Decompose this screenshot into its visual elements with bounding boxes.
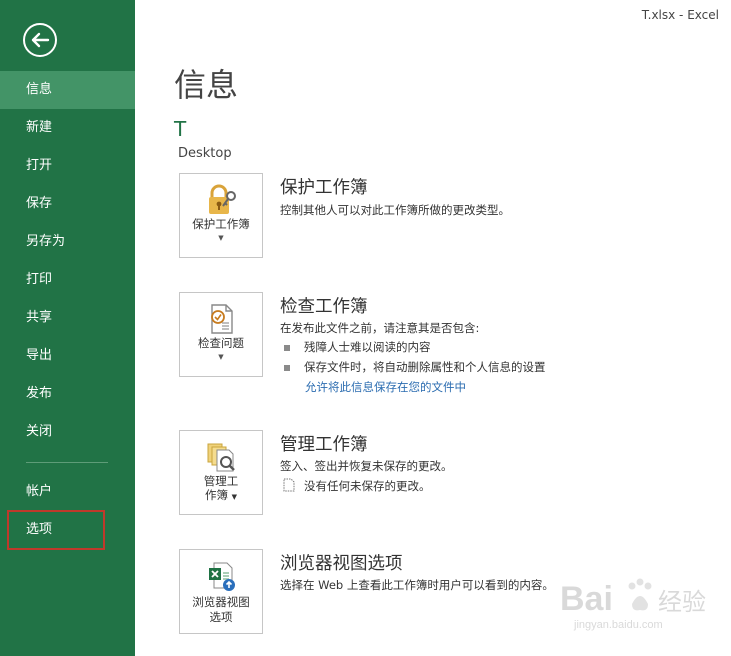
file-name: T: [174, 117, 187, 141]
unsaved-changes-note: 没有任何未保存的更改。: [283, 478, 431, 494]
inspect-document-icon: [211, 304, 233, 334]
sidebar-item-info[interactable]: 信息: [0, 71, 135, 109]
browser-view-label-2: 选项: [209, 610, 233, 624]
lock-key-icon: [209, 184, 236, 214]
sidebar-item-save-as[interactable]: 另存为: [0, 223, 135, 261]
sidebar-item-publish[interactable]: 发布: [0, 375, 135, 413]
svg-text:jingyan.baidu.com: jingyan.baidu.com: [573, 619, 663, 631]
manage-workbook-heading: 管理工作簿: [280, 435, 368, 455]
check-for-issues-label: 检查问题: [198, 336, 244, 350]
browser-view-options-button[interactable]: 浏览器视图 选项: [179, 549, 263, 634]
inspect-workbook-description: 在发布此文件之前，请注意其是否包含:: [280, 321, 480, 335]
bullet-square-icon: [284, 344, 290, 351]
sidebar-item-save[interactable]: 保存: [0, 185, 135, 223]
page-title: 信息: [174, 66, 239, 104]
sidebar-item-print[interactable]: 打印: [0, 261, 135, 299]
allow-save-info-link[interactable]: 允许将此信息保存在您的文件中: [305, 379, 466, 395]
browser-view-options-heading: 浏览器视图选项: [280, 554, 403, 574]
browser-view-icon: [209, 562, 235, 591]
inspect-workbook-heading: 检查工作簿: [280, 297, 368, 317]
sidebar-item-close[interactable]: 关闭: [0, 413, 135, 451]
manage-workbook-label-1: 管理工: [203, 474, 239, 488]
protect-workbook-label: 保护工作簿: [192, 217, 250, 231]
svg-text:经验: 经验: [658, 588, 706, 616]
sidebar-divider: [26, 462, 108, 463]
back-arrow-icon[interactable]: [22, 22, 58, 58]
sidebar-item-account[interactable]: 帐户: [0, 473, 135, 511]
inspect-bullet-2: 保存文件时，将自动删除属性和个人信息的设置: [284, 359, 546, 375]
baidu-jingyan-watermark: Bai 经验 jingyan.baidu.com: [560, 574, 720, 632]
manage-workbook-button[interactable]: 管理工 作簿 ▼: [179, 430, 263, 515]
backstage-sidebar: 信息 新建 打开 保存 另存为 打印 共享 导出 发布 关闭 帐户 选项: [0, 0, 135, 656]
document-icon: [283, 478, 295, 492]
chevron-down-icon: ▼: [218, 234, 224, 242]
watermark-logo: Bai 经验 jingyan.baidu.com: [560, 578, 706, 631]
protect-workbook-heading: 保护工作簿: [280, 178, 368, 198]
sidebar-item-new[interactable]: 新建: [0, 109, 135, 147]
manage-workbook-description: 签入、签出并恢复未保存的更改。: [280, 459, 453, 473]
svg-text:Bai: Bai: [560, 580, 613, 618]
file-location: Desktop: [178, 146, 232, 161]
options-highlight-box: [7, 510, 105, 550]
browser-view-options-description: 选择在 Web 上查看此工作簿时用户可以看到的内容。: [280, 578, 554, 592]
chevron-down-icon: ▼: [231, 493, 238, 501]
sidebar-item-share[interactable]: 共享: [0, 299, 135, 337]
check-for-issues-button[interactable]: 检查问题 ▼: [179, 292, 263, 377]
window-title: T.xlsx - Excel: [641, 8, 719, 22]
chevron-down-icon: ▼: [218, 353, 224, 361]
bullet-square-icon: [284, 364, 290, 371]
protect-workbook-description: 控制其他人可以对此工作簿所做的更改类型。: [280, 203, 510, 217]
protect-workbook-button[interactable]: 保护工作簿 ▼: [179, 173, 263, 258]
sidebar-item-export[interactable]: 导出: [0, 337, 135, 375]
inspect-bullet-1: 残障人士难以阅读的内容: [284, 339, 431, 355]
manage-workbook-label-2: 作簿 ▼: [204, 488, 238, 502]
browser-view-label-1: 浏览器视图: [192, 595, 250, 609]
sidebar-item-open[interactable]: 打开: [0, 147, 135, 185]
manage-workbook-icon: [207, 443, 235, 472]
